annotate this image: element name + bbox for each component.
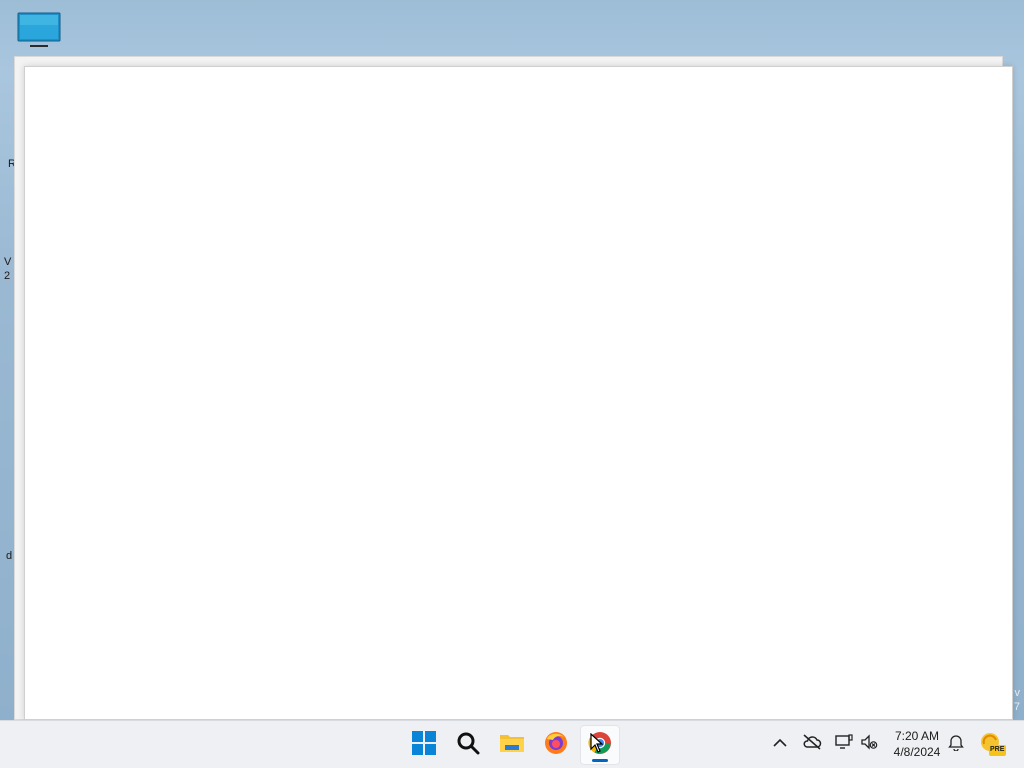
folder-icon: [499, 732, 525, 759]
desktop-label-peek: d: [6, 550, 13, 562]
mouse-cursor-icon: [590, 732, 604, 758]
watermark-line: v: [1014, 687, 1021, 699]
cloud-off-icon: [802, 733, 822, 755]
copilot-pre-button[interactable]: PRE: [978, 730, 1006, 758]
bell-icon: [948, 733, 964, 756]
this-pc-icon[interactable]: [16, 10, 62, 52]
speaker-muted-icon: [860, 733, 878, 755]
chevron-up-icon: [773, 735, 787, 753]
desktop-label-peek: V: [4, 256, 12, 268]
start-button[interactable]: [404, 725, 444, 765]
active-app-indicator: [592, 759, 608, 762]
firefox-icon: [543, 730, 569, 761]
volume-tray-button[interactable]: [858, 733, 880, 755]
watermark-line: 7: [1013, 701, 1020, 713]
app-window[interactable]: [24, 66, 1013, 720]
desktop-label-peek: 2: [4, 270, 11, 282]
file-explorer-button[interactable]: [492, 725, 532, 765]
clock[interactable]: 7:20 AM 4/8/2024: [886, 728, 948, 760]
pre-badge: PRE: [990, 746, 1005, 753]
clock-date: 4/8/2024: [893, 745, 941, 759]
search-icon: [456, 731, 480, 760]
show-hidden-icons-button[interactable]: [769, 734, 791, 754]
search-button[interactable]: [448, 725, 488, 765]
clock-time: 7:20 AM: [894, 729, 940, 743]
network-tray-button[interactable]: [833, 733, 855, 755]
network-icon: [835, 733, 853, 755]
onedrive-tray-button[interactable]: [801, 733, 823, 755]
desktop: R V 2 d v 7: [0, 0, 1024, 720]
notifications-button[interactable]: [945, 734, 967, 754]
activation-watermark: v 7: [1014, 686, 1020, 714]
firefox-button[interactable]: [536, 725, 576, 765]
windows-logo-icon: [412, 730, 436, 760]
